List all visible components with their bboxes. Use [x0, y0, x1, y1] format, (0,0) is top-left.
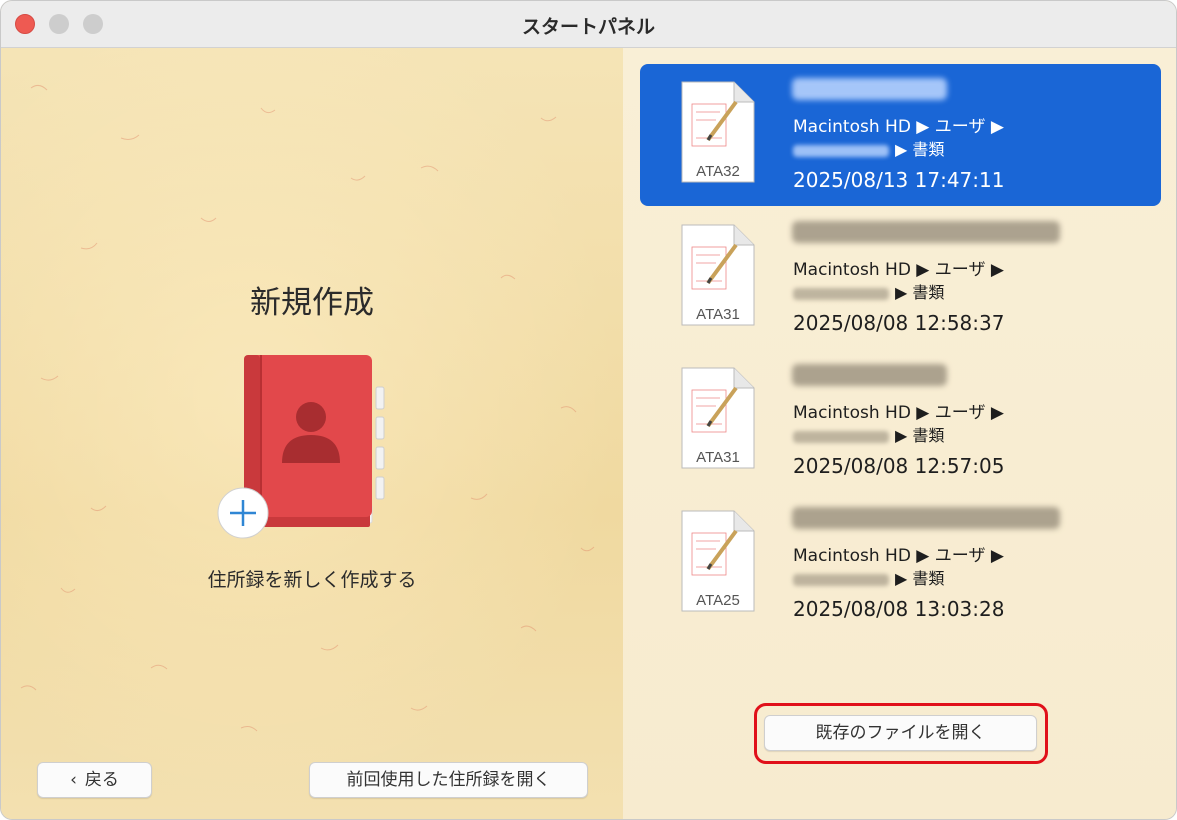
- file-modified-date: 2025/08/13 17:47:11: [793, 168, 1005, 192]
- user-name-redacted: [793, 287, 889, 300]
- chevron-left-icon: ‹: [70, 770, 77, 790]
- document-icon: ATA31: [681, 367, 755, 469]
- recent-file-item[interactable]: ATA31 Macintosh HD ▶ ユーザ ▶ ▶ 書類 2025/08/…: [640, 207, 1161, 349]
- svg-text:ATA31: ATA31: [696, 449, 740, 466]
- file-modified-date: 2025/08/08 12:58:37: [793, 311, 1005, 335]
- file-path-folder: ▶ 書類: [793, 279, 944, 303]
- file-path: Macintosh HD ▶ ユーザ ▶: [793, 546, 1004, 566]
- document-icon: ATA32: [681, 81, 755, 183]
- new-document-pane: 新規作成 住所録を新しく作成する ‹ 戻る 前回使用した住所録を開く: [1, 48, 623, 819]
- file-name-redacted: [792, 78, 947, 100]
- recent-file-item[interactable]: ATA32 Macintosh HD ▶ ユーザ ▶ ▶ 書類 2025/08/…: [640, 64, 1161, 206]
- file-path: Macintosh HD ▶ ユーザ ▶: [793, 403, 1004, 423]
- user-name-redacted: [793, 573, 889, 586]
- new-document-heading: 新規作成: [250, 285, 374, 321]
- file-modified-date: 2025/08/08 12:57:05: [793, 454, 1005, 478]
- back-button[interactable]: ‹ 戻る: [37, 762, 152, 798]
- recent-file-item[interactable]: ATA25 Macintosh HD ▶ ユーザ ▶ ▶ 書類 2025/08/…: [640, 493, 1161, 635]
- open-existing-file-button[interactable]: 既存のファイルを開く: [764, 715, 1037, 751]
- recent-file-item[interactable]: ATA31 Macintosh HD ▶ ユーザ ▶ ▶ 書類 2025/08/…: [640, 350, 1161, 492]
- file-name-redacted: [792, 364, 947, 386]
- svg-text:ATA25: ATA25: [696, 592, 740, 609]
- window-title: スタートパネル: [521, 16, 655, 38]
- file-modified-date: 2025/08/08 13:03:28: [793, 597, 1005, 621]
- file-path: Macintosh HD ▶ ユーザ ▶: [793, 260, 1004, 280]
- back-button-label: 戻る: [84, 770, 119, 790]
- title-bar: スタートパネル: [1, 1, 1176, 48]
- document-icon: ATA31: [681, 224, 755, 326]
- file-path-folder: ▶ 書類: [793, 565, 944, 589]
- create-address-book-label[interactable]: 住所録を新しく作成する: [1, 565, 623, 592]
- user-name-redacted: [793, 430, 889, 443]
- svg-text:ATA31: ATA31: [696, 306, 740, 323]
- file-path: Macintosh HD ▶ ユーザ ▶: [793, 117, 1004, 137]
- file-path-folder: ▶ 書類: [793, 136, 944, 160]
- open-previous-address-book-button[interactable]: 前回使用した住所録を開く: [309, 762, 588, 798]
- new-address-book-icon[interactable]: [216, 355, 386, 545]
- start-panel-window: スタートパネル 新規作成 住所録を新しく作成する ‹ 戻る 前回使用した住所録を…: [0, 0, 1177, 820]
- user-name-redacted: [793, 144, 889, 157]
- file-path-folder: ▶ 書類: [793, 422, 944, 446]
- file-name-redacted: [792, 221, 1060, 243]
- svg-text:ATA32: ATA32: [696, 163, 740, 180]
- file-name-redacted: [792, 507, 1060, 529]
- document-icon: ATA25: [681, 510, 755, 612]
